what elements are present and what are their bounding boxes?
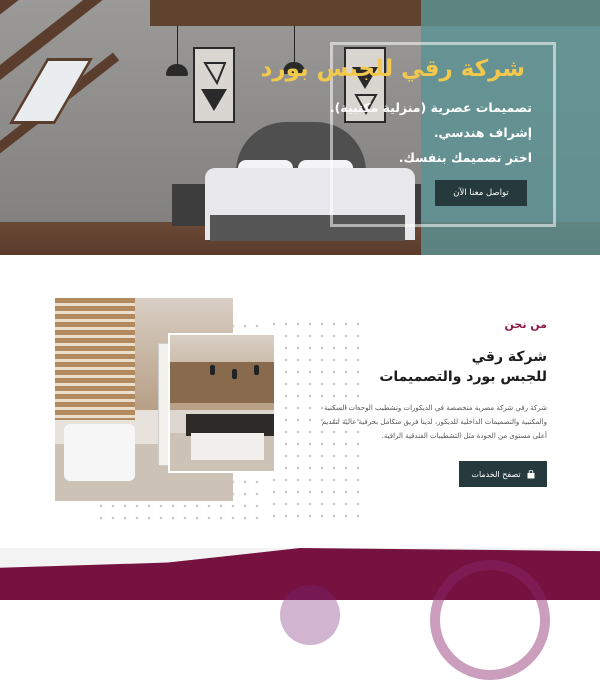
lamp-cord [177,26,178,66]
hero-feature-item: تصميمات عصرية (منزلية مكتبية). [329,100,532,115]
about-image-secondary [168,333,276,473]
hero-section: شركة رقي للجبس بورد تصميمات عصرية (منزلي… [0,0,600,255]
wall-art-frame [193,47,235,123]
about-title-line: للجبس بورد والتصميمات [379,369,547,385]
image-armchair [63,423,136,481]
about-text-block: من نحن شركة رقي للجبس بورد والتصميمات شر… [317,318,547,443]
pendant-lamp [166,64,188,76]
image-pendant-lamp [232,369,237,379]
hero-feature-item: اختر تصميمك بنفسك. [398,150,532,165]
image-pendant-lamp [254,365,259,375]
decorative-ring [430,560,550,680]
image-wood-slats [55,298,136,420]
about-title: شركة رقي للجبس بورد والتصميمات [317,347,547,387]
image-island [190,432,264,461]
image-pendant-lamp [210,365,215,375]
hero-feature-list: تصميمات عصرية (منزلية مكتبية). إشراف هند… [330,95,532,170]
about-title-line: شركة رقي [471,349,547,365]
about-description: شركة رقي شركة مصرية متخصصة في الديكورات … [321,404,547,440]
browse-services-button[interactable]: تصفح الخدمات [459,461,547,487]
shopping-bag-icon [527,469,535,478]
hero-title: شركة رقي للجبس بورد [260,56,525,82]
contact-us-button[interactable]: تواصل معنا الآن [435,180,527,206]
geometric-art [201,62,227,111]
decorative-circle [280,585,340,645]
hero-feature-item: إشراف هندسي. [433,125,532,140]
browse-services-label: تصفح الخدمات [471,469,521,479]
about-eyebrow: من نحن [504,318,548,331]
